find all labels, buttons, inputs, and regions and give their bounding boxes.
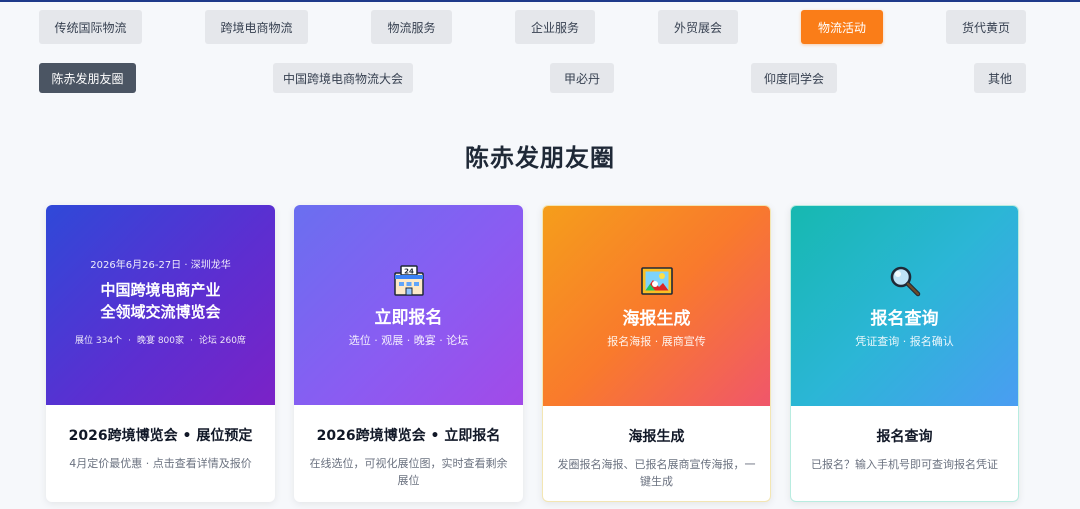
card-body: 2026跨境博览会 • 展位预定 4月定价最优惠 · 点击查看详情及报价 (46, 405, 275, 472)
banner-subtitle: 凭证查询 · 报名确认 (855, 334, 954, 348)
card-banner: 报名查询 凭证查询 · 报名确认 (791, 206, 1018, 406)
card-desc: 已报名？输入手机号即可查询报名凭证 (811, 458, 998, 471)
primary-nav: 传统国际物流 跨境电商物流 物流服务 企业服务 外贸展会 物流活动 货代黄页 (0, 10, 1080, 44)
magnifier-icon (890, 266, 920, 296)
banner-subtitle: 报名海报 · 展商宣传 (607, 334, 706, 348)
card-poster[interactable]: 海报生成 报名海报 · 展商宣传 海报生成 发圈报名海报、已报名展商宣传海报，一… (542, 205, 771, 502)
card-desc: 发圈报名海报、已报名展商宣传海报，一键生成 (557, 458, 756, 488)
tab-logistics-events[interactable]: 物流活动 (801, 10, 883, 44)
card-body: 2026跨境博览会 • 立即报名 在线选位，可视化展位图，实时查看剩余展位 (294, 405, 523, 489)
card-body: 海报生成 发圈报名海报、已报名展商宣传海报，一键生成 (543, 406, 770, 490)
building-icon: 24 (393, 264, 424, 296)
tab-crossborder-conference[interactable]: 中国跨境电商物流大会 (273, 63, 413, 93)
tab-enterprise-service[interactable]: 企业服务 (515, 10, 595, 44)
banner-title: 海报生成 (622, 308, 691, 329)
stat-forum: 论坛 260席 (198, 336, 246, 346)
card-desc: 在线选位，可视化展位图，实时查看剩余展位 (309, 457, 508, 487)
stat-separator: · (128, 336, 131, 346)
card-banner: 2026年6月26-27日 · 深圳龙华 中国跨境电商产业 全领域交流博览会 展… (46, 205, 275, 405)
card-desc: 4月定价最优惠 · 点击查看详情及报价 (69, 457, 252, 470)
event-title-line2: 全领域交流博览会 (100, 303, 221, 321)
card-title: 2026跨境博览会 • 立即报名 (316, 428, 501, 444)
card-register[interactable]: 24 立即报名 选位 · 观展 · 晚宴 · 论坛 2026跨境博览会 • 立即… (294, 205, 523, 502)
top-accent-line (0, 0, 1080, 2)
card-booth-booking[interactable]: 2026年6月26-27日 · 深圳龙华 中国跨境电商产业 全领域交流博览会 展… (46, 205, 275, 502)
svg-text:24: 24 (404, 267, 414, 275)
card-query[interactable]: 报名查询 凭证查询 · 报名确认 报名查询 已报名？输入手机号即可查询报名凭证 (790, 205, 1019, 502)
card-title: 2026跨境博览会 • 展位预定 (68, 428, 253, 444)
banner-title: 报名查询 (870, 308, 939, 329)
tab-chenchifa-circle[interactable]: 陈赤发朋友圈 (39, 63, 136, 93)
card-title: 海报生成 (628, 429, 685, 445)
tab-crossborder-logistics[interactable]: 跨境电商物流 (205, 10, 308, 44)
tab-kapitan[interactable]: 甲必丹 (550, 63, 614, 93)
event-stats: 展位 334个 · 晚宴 800家 · 论坛 260席 (75, 333, 246, 346)
banner-title: 立即报名 (374, 307, 443, 328)
stat-separator: · (190, 336, 193, 346)
stat-dinner: 晚宴 800家 (136, 336, 185, 346)
card-banner: 24 立即报名 选位 · 观展 · 晚宴 · 论坛 (294, 205, 523, 405)
tab-traditional-logistics[interactable]: 传统国际物流 (39, 10, 142, 44)
tab-logistics-service[interactable]: 物流服务 (371, 10, 452, 44)
tab-forwarder-directory[interactable]: 货代黄页 (946, 10, 1026, 44)
event-date: 2026年6月26-27日 · 深圳龙华 (90, 260, 231, 271)
secondary-nav: 陈赤发朋友圈 中国跨境电商物流大会 甲必丹 仰度同学会 其他 (0, 63, 1080, 93)
event-title-line1: 中国跨境电商产业 (100, 281, 221, 299)
tab-alumni[interactable]: 仰度同学会 (751, 63, 837, 93)
tab-other[interactable]: 其他 (974, 63, 1026, 93)
picture-icon (640, 266, 673, 295)
card-banner: 海报生成 报名海报 · 展商宣传 (543, 206, 770, 406)
event-title: 中国跨境电商产业 全领域交流博览会 (100, 279, 220, 323)
card-title: 报名查询 (876, 429, 933, 445)
tab-trade-expo[interactable]: 外贸展会 (658, 10, 738, 44)
stat-booths: 展位 334个 (75, 336, 123, 346)
card-body: 报名查询 已报名？输入手机号即可查询报名凭证 (791, 406, 1018, 473)
section-title: 陈赤发朋友圈 (465, 144, 615, 172)
banner-subtitle: 选位 · 观展 · 晚宴 · 论坛 (348, 333, 469, 347)
